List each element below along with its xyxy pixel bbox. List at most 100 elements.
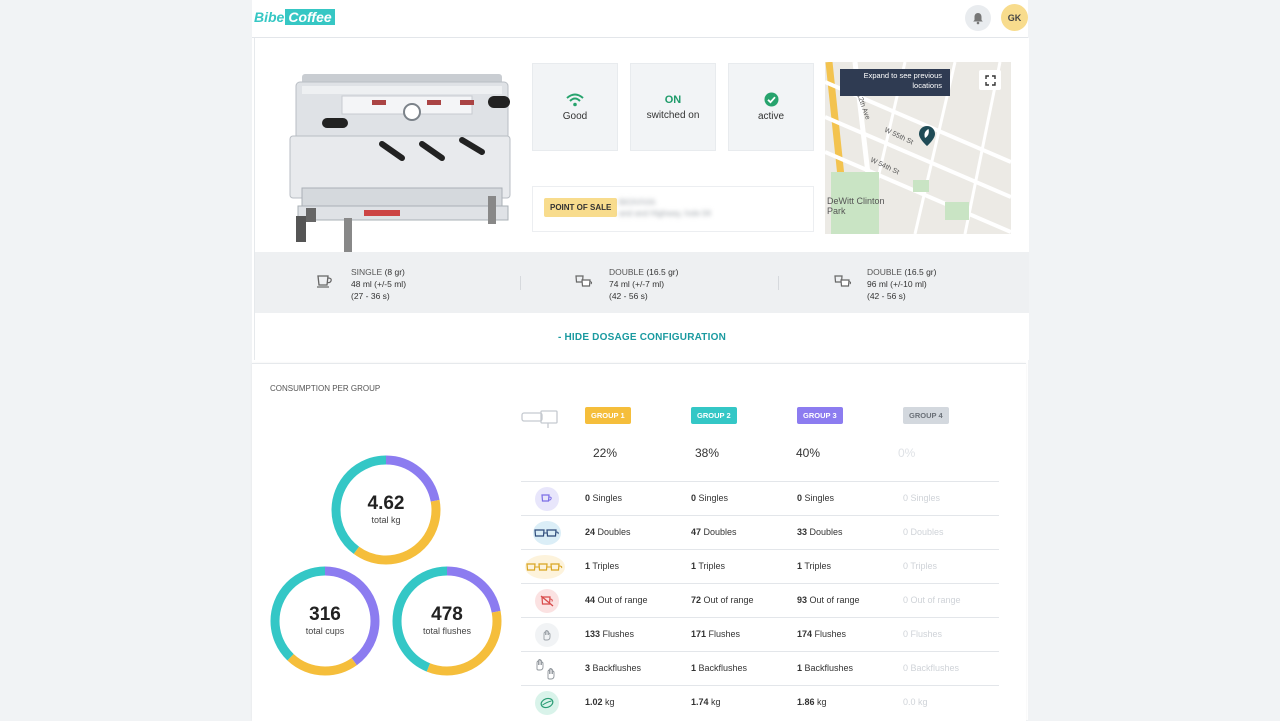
triples-group-1: 1 Triples [585,561,619,571]
cell-value: 0 [585,493,591,503]
cell-unit: Doubles [809,527,843,537]
cell-value: 3 [585,663,591,673]
machine-card: Good ON switched on active POINT OF SALE… [254,38,1029,360]
dosage-configuration: SINGLE (8 gr) 48 ml (+/-5 ml) (27 - 36 s… [255,252,1029,313]
machine-groups-icon [521,410,558,428]
cell-unit: kg [918,697,928,707]
dosage-double-2-volume: 96 ml (+/-10 ml) [867,279,927,289]
cell-value: 44 [585,595,596,605]
espresso-machine-image [289,74,511,252]
cell-unit: Backflushes [910,663,960,673]
cell-unit: Backflushes [804,663,854,673]
table-row-out-of-range: 44 Out of range 72 Out of range 93 Out o… [521,583,999,618]
hide-dosage-configuration-link[interactable]: - HIDE DOSAGE CONFIGURATION [255,332,1029,343]
flushes-group-3: 174 Flushes [797,629,846,639]
logo-text-2: Coffee [285,9,335,25]
cell-value: 47 [691,527,702,537]
power-status-title: ON [664,93,682,106]
logo[interactable]: Bibe Coffee [254,9,335,25]
total-flushes-value: 478 [431,604,463,625]
group-2-percent: 38% [695,446,720,460]
group-3-percent: 40% [796,446,821,460]
dosage-double-2-name: DOUBLE [867,267,902,277]
consumption-title: CONSUMPTION PER GROUP [270,384,381,393]
park-label: DeWitt Clinton Park [827,196,885,216]
cell-value: 174 [797,629,813,639]
cell-value: 1 [691,561,697,571]
singles-group-2: 0 Singles [691,493,728,503]
cell-unit: Flushes [602,629,635,639]
cell-unit: Doubles [703,527,737,537]
map-tooltip: Expand to see previous locations [840,69,950,96]
cell-unit: Out of range [703,595,754,605]
point-of-sale-details: BIOIVIVIA and and Highway, hole 04 [619,197,711,219]
location-map[interactable]: 12th Ave W 55th St W 54th St DeWitt Clin… [825,62,1011,234]
total-cups-label: total cups [305,626,345,636]
dosage-single-name: SINGLE [351,267,383,277]
point-of-sale-address: and and Highway, hole 04 [619,209,711,218]
singles-group-1: 0 Singles [585,493,622,503]
cell-unit: Triples [592,561,620,571]
avatar[interactable]: GK [1001,4,1028,31]
flushes-group-4: 0 Flushes [903,629,942,639]
out-of-range-group-2: 72 Out of range [691,595,754,605]
triples-group-4: 0 Triples [903,561,937,571]
cell-unit: Out of range [597,595,648,605]
notification-button[interactable] [965,5,991,31]
doubles-group-2: 47 Doubles [691,527,737,537]
flushes-group-1: 133 Flushes [585,629,634,639]
cell-value: 0 [903,663,909,673]
kg-group-2: 1.74 kg [691,697,721,707]
page: Bibe Coffee GK Good ON switched on activ… [252,0,1029,721]
map-expand-button[interactable] [979,70,1001,90]
cell-value: 0 [903,561,909,571]
cell-value: 1 [691,663,697,673]
out-of-range-group-4: 0 Out of range [903,595,961,605]
cell-unit: Singles [698,493,729,503]
table-row-kg: 1.02 kg 1.74 kg 1.86 kg 0.0 kg [521,685,999,720]
singles-group-4: 0 Singles [903,493,940,503]
triple-cup-icon [525,555,565,579]
donut-total-cups: 316 total cups [270,566,380,676]
cell-unit: kg [605,697,615,707]
backflush-icon [533,657,561,681]
out-of-range-group-1: 44 Out of range [585,595,648,605]
point-of-sale-box[interactable]: POINT OF SALE BIOIVIVIA and and Highway,… [532,186,814,232]
table-row-doubles: 24 Doubles 47 Doubles 33 Doubles 0 Doubl… [521,515,999,550]
activity-status-value: active [757,111,785,122]
kg-group-3: 1.86 kg [797,697,827,707]
double-cup-icon [575,275,593,287]
cell-unit: Flushes [708,629,741,639]
donut-total-kg: 4.62 total kg [331,455,441,565]
single-cup-icon [535,487,559,511]
coffee-bean-icon [535,691,559,715]
cell-value: 0 [903,493,909,503]
total-flushes-label: total flushes [422,626,472,636]
flush-icon [535,623,559,647]
bell-icon [973,12,983,24]
table-row-singles: 0 Singles 0 Singles 0 Singles 0 Singles [521,481,999,516]
dosage-double-1-time: (42 - 56 s) [609,291,648,301]
top-bar: Bibe Coffee GK [252,0,1028,38]
group-3-badge: GROUP 3 [797,407,843,424]
triples-group-2: 1 Triples [691,561,725,571]
cell-value: 0 [903,595,909,605]
group-4-percent: 0% [898,446,916,460]
out-of-range-group-3: 93 Out of range [797,595,860,605]
cell-unit: Out of range [809,595,860,605]
cell-unit: Flushes [814,629,847,639]
cell-value: 0 [903,629,909,639]
cell-value: 93 [797,595,808,605]
group-4-badge: GROUP 4 [903,407,949,424]
cell-value: 1.86 [797,697,815,707]
point-of-sale-badge: POINT OF SALE [544,198,618,217]
dosage-double-1-volume: 74 ml (+/-7 ml) [609,279,665,289]
cell-unit: Doubles [910,527,944,537]
dosage-double-1: DOUBLE (16.5 gr) 74 ml (+/-7 ml) (42 - 5… [609,266,678,302]
out-of-range-icon [535,589,559,613]
wifi-icon [566,93,584,106]
cell-unit: Backflushes [698,663,748,673]
dosage-double-2: DOUBLE (16.5 gr) 96 ml (+/-10 ml) (42 - … [867,266,936,302]
location-pin-icon[interactable] [919,126,935,146]
single-cup-icon [317,275,332,288]
